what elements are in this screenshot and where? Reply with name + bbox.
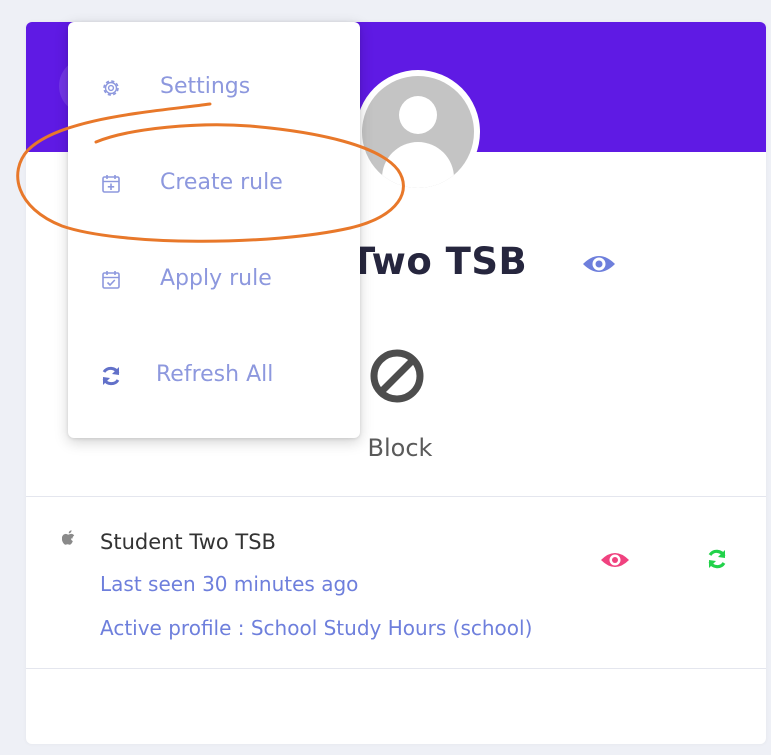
avatar-placeholder-icon xyxy=(362,76,474,188)
options-menu: Settings Create rule Apply rule Refresh … xyxy=(68,22,360,438)
gear-icon xyxy=(103,80,119,96)
device-name: Student Two TSB xyxy=(100,530,276,554)
menu-item-create-rule[interactable]: Create rule xyxy=(68,154,360,214)
profile-name: Two TSB xyxy=(350,240,528,283)
calendar-plus-icon xyxy=(102,175,120,193)
divider xyxy=(26,668,766,669)
avatar xyxy=(356,70,480,194)
menu-item-label: Apply rule xyxy=(160,266,272,291)
menu-item-label: Refresh All xyxy=(156,362,274,387)
apple-icon xyxy=(62,530,75,545)
menu-item-apply-rule[interactable]: Apply rule xyxy=(68,250,360,310)
calendar-check-icon xyxy=(102,271,120,289)
device-refresh-icon[interactable] xyxy=(706,548,728,570)
menu-item-refresh-all[interactable]: Refresh All xyxy=(68,346,360,406)
refresh-icon xyxy=(102,366,120,386)
block-label[interactable]: Block xyxy=(360,434,440,462)
menu-item-settings[interactable]: Settings xyxy=(68,58,360,118)
block-icon[interactable] xyxy=(368,347,426,405)
divider xyxy=(26,496,766,497)
menu-item-label: Settings xyxy=(160,74,251,99)
device-eye-icon[interactable] xyxy=(600,550,630,570)
last-seen-text: Last seen 30 minutes ago xyxy=(100,572,359,596)
view-eye-icon[interactable] xyxy=(582,253,616,275)
active-profile-text: Active profile : School Study Hours (sch… xyxy=(100,616,533,640)
menu-item-label: Create rule xyxy=(160,170,283,195)
